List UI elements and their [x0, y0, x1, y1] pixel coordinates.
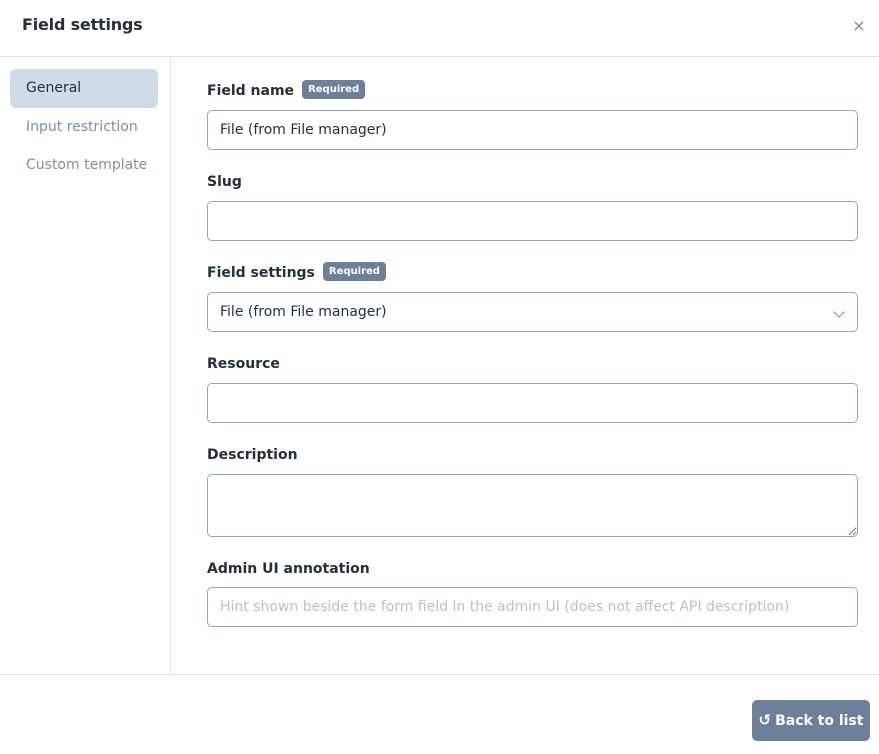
resource-label: Resource — [207, 356, 280, 372]
sidebar-item-custom-template[interactable]: Custom template — [10, 146, 158, 185]
field-name-label: Field name — [207, 83, 295, 99]
sidebar-item-input-restriction[interactable]: Input restriction — [10, 108, 158, 147]
resource-input[interactable] — [207, 383, 858, 423]
description-label: Description — [207, 447, 298, 463]
settings-sidebar: General Input restriction Custom templat… — [0, 57, 171, 674]
field-settings-label: Field settings — [207, 265, 315, 281]
slug-label: Slug — [207, 174, 242, 190]
field-name-input[interactable] — [207, 110, 858, 150]
admin-ui-annotation-label: Admin UI annotation — [207, 561, 370, 577]
chevron-down-icon — [833, 306, 845, 318]
close-icon[interactable]: × — [850, 16, 868, 36]
modal-header: Field settings × — [0, 0, 879, 57]
back-to-list-button[interactable]: ↺ Back to list — [752, 700, 870, 741]
undo-icon: ↺ — [758, 711, 772, 729]
field-settings-selected-value: File (from File manager) — [220, 304, 387, 320]
modal-title: Field settings — [22, 15, 143, 34]
required-badge: Required — [302, 80, 366, 99]
field-name-label-row: Field name Required — [207, 80, 366, 99]
modal-footer: ↺ Back to list — [0, 674, 879, 754]
sidebar-item-general[interactable]: General — [10, 69, 158, 108]
admin-ui-annotation-input[interactable] — [207, 587, 858, 627]
back-to-list-label: Back to list — [775, 713, 864, 729]
settings-form: Field name Required Slug Field settings Re… — [171, 57, 879, 674]
description-textarea[interactable] — [207, 474, 858, 537]
slug-input[interactable] — [207, 201, 858, 241]
field-settings-select[interactable]: File (from File manager) — [207, 292, 858, 332]
required-badge: Required — [322, 262, 386, 281]
field-settings-label-row: Field settings Required — [207, 262, 386, 281]
